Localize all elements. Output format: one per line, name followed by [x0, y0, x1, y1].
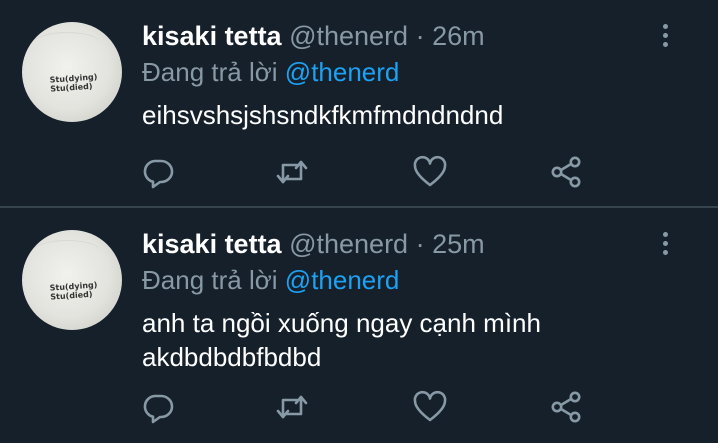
reply-button[interactable] [140, 154, 176, 190]
retweet-icon [276, 395, 308, 419]
avatar-shirt-text: Stu(dying) Stu(died) [49, 280, 98, 302]
replying-to: Đang trả lời @thenerd [142, 264, 399, 296]
more-vertical-icon[interactable] [655, 232, 675, 260]
avatar[interactable]: Stu(dying) Stu(died) [22, 230, 122, 330]
tweet-header: kisaki tetta @thenerd · 26m [142, 20, 485, 52]
tweet-header: kisaki tetta @thenerd · 25m [142, 228, 485, 260]
like-button[interactable] [412, 389, 448, 425]
more-vertical-icon[interactable] [655, 24, 675, 52]
tweet[interactable]: Stu(dying) Stu(died) kisaki tetta @thene… [0, 0, 718, 207]
display-name[interactable]: kisaki tetta [142, 21, 282, 51]
tweet[interactable]: Stu(dying) Stu(died) kisaki tetta @thene… [0, 208, 718, 443]
share-icon [551, 391, 581, 423]
avatar-shirt-fold [32, 240, 102, 265]
replying-to-label: Đang trả lời [142, 57, 278, 87]
heart-icon [413, 155, 447, 187]
separator-dot: · [415, 21, 425, 51]
mention-link[interactable]: @thenerd [285, 265, 400, 295]
retweet-button[interactable] [274, 389, 310, 425]
user-handle[interactable]: @thenerd [289, 21, 408, 51]
replying-to: Đang trả lời @thenerd [142, 56, 399, 88]
reply-icon [143, 394, 174, 424]
timestamp[interactable]: 26m [432, 21, 485, 51]
share-button[interactable] [548, 154, 584, 190]
timestamp[interactable]: 25m [432, 229, 485, 259]
retweet-icon [276, 160, 308, 184]
replying-to-label: Đang trả lời [142, 265, 278, 295]
share-icon [551, 156, 581, 188]
separator-dot: · [415, 229, 425, 259]
retweet-button[interactable] [274, 154, 310, 190]
reply-button[interactable] [140, 389, 176, 425]
reply-icon [143, 159, 174, 189]
tweet-text: anh ta ngồi xuống ngay cạnh mình akdbdbd… [142, 308, 541, 372]
display-name[interactable]: kisaki tetta [142, 229, 282, 259]
heart-icon [413, 390, 447, 422]
avatar-shirt-text: Stu(dying) Stu(died) [49, 72, 98, 94]
like-button[interactable] [412, 154, 448, 190]
mention-link[interactable]: @thenerd [285, 57, 400, 87]
avatar-shirt-fold [32, 32, 102, 57]
avatar[interactable]: Stu(dying) Stu(died) [22, 22, 122, 122]
user-handle[interactable]: @thenerd [289, 229, 408, 259]
tweet-text: eihsvshsjshsndkfkmfmdndndnd [142, 100, 504, 130]
share-button[interactable] [548, 389, 584, 425]
